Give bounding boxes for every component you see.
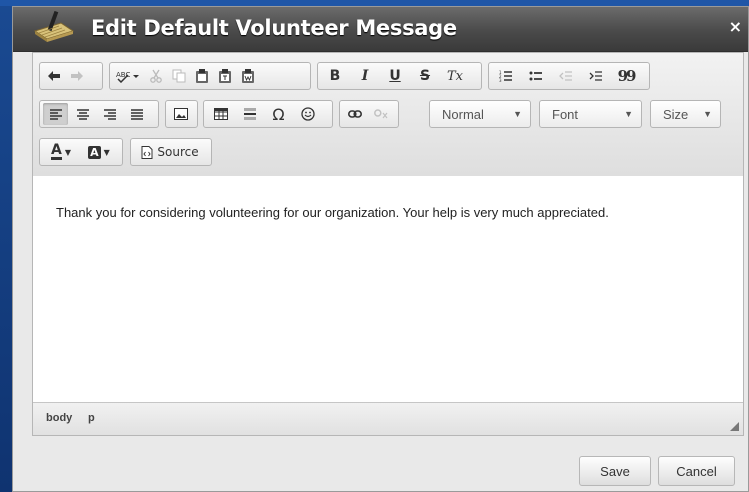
link-icon[interactable] [343,103,367,125]
italic-icon[interactable]: I [351,65,379,87]
remove-format-icon[interactable]: Tx [441,65,469,87]
increase-indent-icon[interactable] [582,65,610,87]
align-right-icon[interactable] [97,103,122,125]
alignment-group [39,100,159,128]
decrease-indent-icon[interactable] [552,65,580,87]
horizontal-rule-icon[interactable] [236,103,263,125]
edit-message-dialog: Edit Default Volunteer Message × ABC B I… [12,6,749,492]
image-icon[interactable] [169,103,192,125]
cancel-button[interactable]: Cancel [658,456,735,486]
redo-icon[interactable] [66,65,87,87]
strike-glyph: S [419,68,431,84]
align-left-icon[interactable] [43,103,68,125]
chevron-down-icon: ▼ [103,147,110,157]
strikethrough-icon[interactable]: S [411,65,439,87]
background-color-icon[interactable]: A ▼ [81,141,117,163]
path-item-p[interactable]: p [88,412,95,424]
source-button[interactable]: Source [134,141,206,163]
blockquote-glyph: 99 [617,67,637,85]
editor-content-area[interactable]: Thank you for considering volunteering f… [33,176,743,401]
undo-icon[interactable] [43,65,64,87]
clipboard-group: ABC [109,62,311,90]
underline-glyph: U [389,68,401,84]
size-dropdown-label: Size [663,106,689,122]
message-paragraph[interactable]: Thank you for considering volunteering f… [56,205,609,220]
basic-styles-group: B I U S Tx [317,62,482,90]
table-icon[interactable] [207,103,234,125]
text-color-icon[interactable]: A ▼ [43,141,79,163]
bold-icon[interactable]: B [321,65,349,87]
size-dropdown[interactable]: Size ▼ [650,100,721,128]
color-group: A ▼ A ▼ [39,138,123,166]
underline-icon[interactable]: U [381,65,409,87]
rich-text-editor: ABC B I U S Tx 1 2 3 99 Ω Normal ▼ Font … [32,52,744,436]
chevron-down-icon: ▼ [513,109,522,119]
format-dropdown-label: Normal [442,106,484,122]
source-group: Source [130,138,212,166]
paragraph-group: 123 99 [488,62,650,90]
align-center-icon[interactable] [70,103,95,125]
copy-icon[interactable] [168,65,189,87]
chevron-down-icon: ▼ [64,147,71,157]
notepad-pen-icon [33,11,75,42]
justify-icon[interactable] [124,103,149,125]
chevron-down-icon: ▼ [624,109,633,119]
dialog-titlebar[interactable]: Edit Default Volunteer Message × [13,7,748,52]
unlink-icon[interactable] [369,103,393,125]
font-dropdown-label: Font [552,106,579,122]
special-char-icon[interactable]: Ω [265,103,292,125]
svg-text:3: 3 [499,78,502,82]
format-dropdown[interactable]: Normal ▼ [429,100,531,128]
smiley-icon[interactable] [294,103,321,125]
path-item-body[interactable]: body [46,412,72,424]
undo-redo-group [39,62,103,90]
save-button[interactable]: Save [579,456,651,486]
cut-icon[interactable] [145,65,166,87]
resize-handle-icon[interactable] [730,422,739,431]
source-icon [141,145,153,159]
image-group [165,100,198,128]
close-icon[interactable]: × [729,17,742,36]
bold-glyph: B [329,68,341,84]
paste-text-icon[interactable] [214,65,235,87]
text-color-glyph: A [51,142,62,160]
removeformat-glyph: Tx [446,68,463,84]
italic-glyph: I [361,68,369,84]
omega-glyph: Ω [272,104,285,124]
bg-color-glyph: A [88,145,101,159]
bulleted-list-icon[interactable] [522,65,550,87]
blockquote-icon[interactable]: 99 [612,65,640,87]
paste-word-icon[interactable] [237,65,258,87]
chevron-down-icon: ▼ [703,109,712,119]
editor-statusbar: body p [33,402,743,435]
paste-icon[interactable] [191,65,212,87]
svg-text:ABC: ABC [116,71,130,79]
dialog-title: Edit Default Volunteer Message [91,16,457,40]
insert-group: Ω [203,100,333,128]
font-dropdown[interactable]: Font ▼ [539,100,642,128]
editor-toolbar: ABC B I U S Tx 1 2 3 99 Ω Normal ▼ Font … [33,53,743,177]
page-background [0,0,12,492]
numbered-list-icon[interactable]: 123 [492,65,520,87]
spellcheck-icon[interactable]: ABC [113,65,143,87]
link-group [339,100,399,128]
source-label: Source [157,145,199,159]
